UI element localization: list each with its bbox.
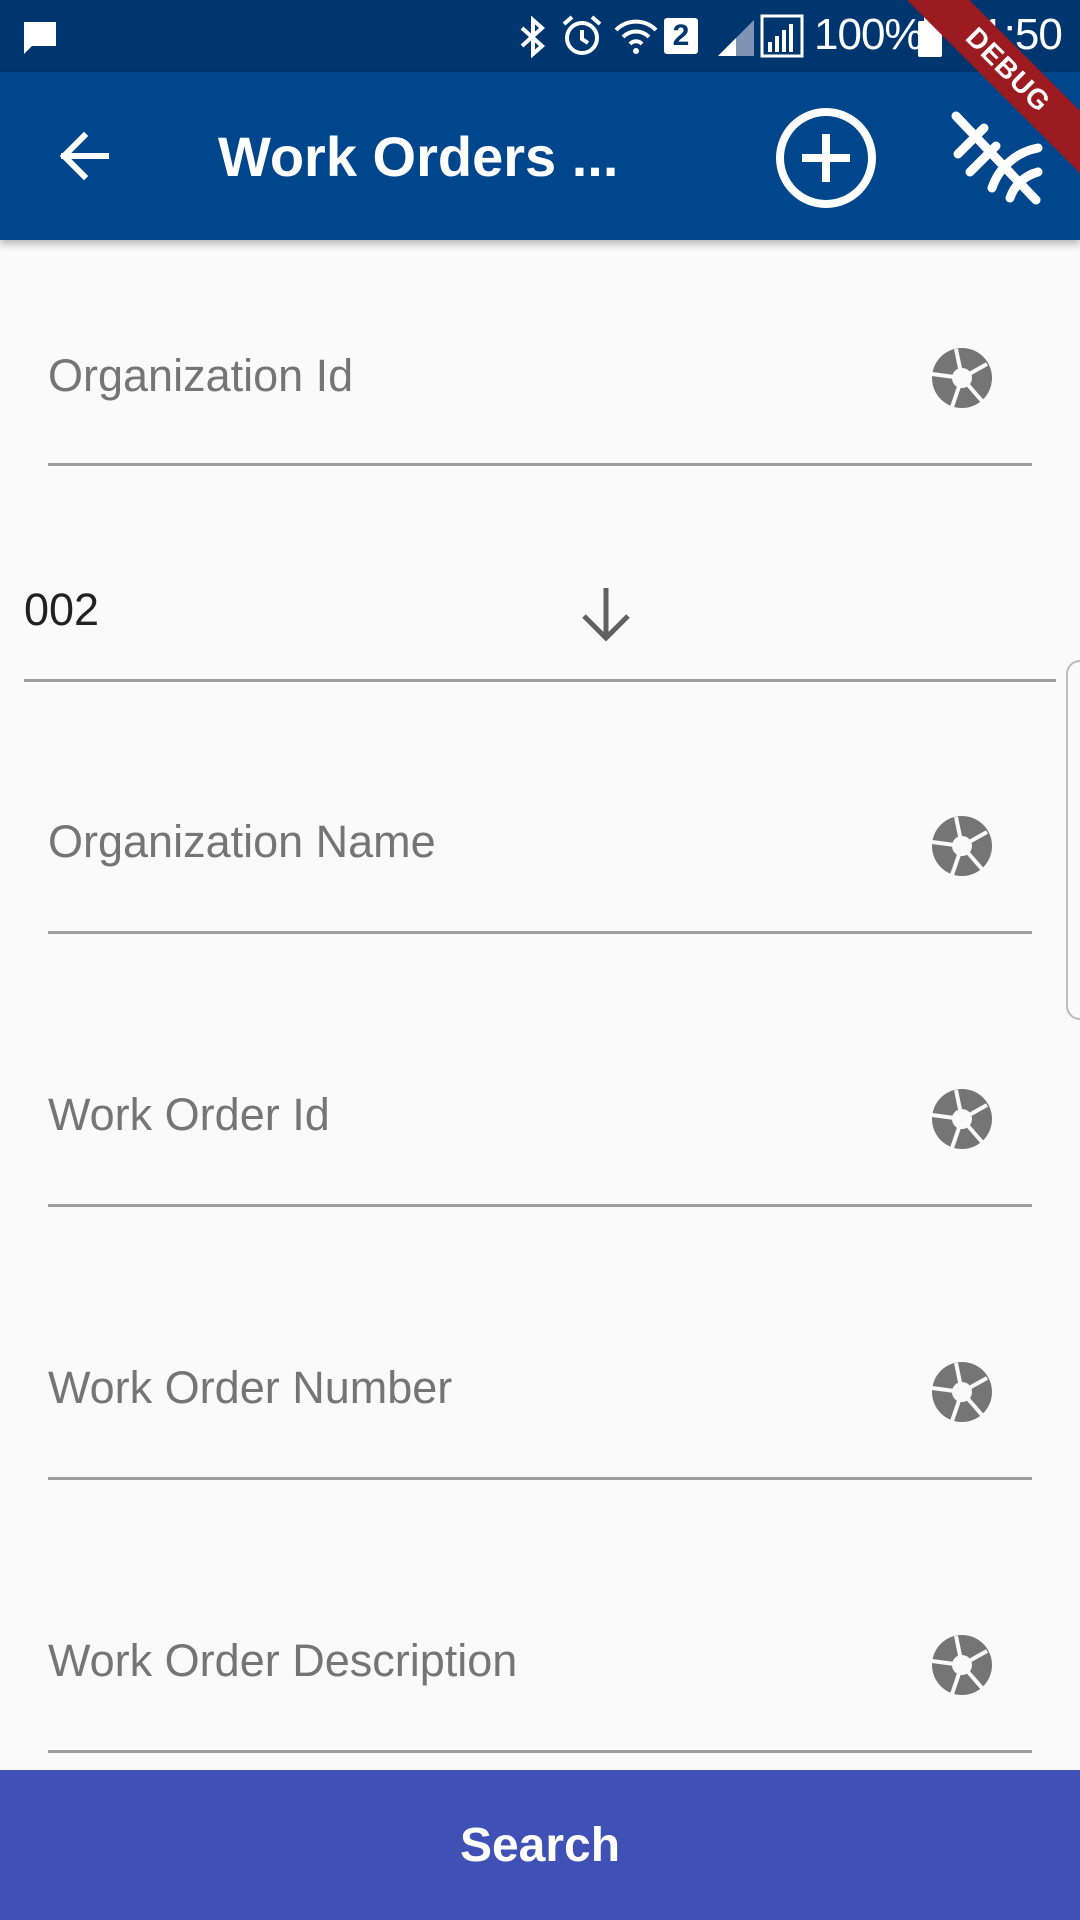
field-underline xyxy=(48,463,1032,466)
dropdown-selected-value: 002 xyxy=(24,584,100,635)
arrow-down-icon xyxy=(582,588,630,642)
camera-shutter-icon[interactable] xyxy=(930,346,994,410)
back-button[interactable] xyxy=(44,116,124,196)
cancel-filter-icon[interactable] xyxy=(944,106,1048,210)
organization-id-label: Organization Id xyxy=(48,350,354,401)
camera-shutter-icon[interactable] xyxy=(930,1360,994,1424)
signal-icon xyxy=(718,20,754,56)
camera-shutter-icon[interactable] xyxy=(930,1633,994,1697)
app-bar: Work Orders ... xyxy=(0,72,1080,240)
alarm-icon xyxy=(562,15,602,55)
sim-icon: 2 xyxy=(664,18,698,54)
page-title: Work Orders ... xyxy=(218,125,619,188)
work-order-description-label: Work Order Description xyxy=(48,1635,518,1686)
arrow-back-icon xyxy=(59,131,109,181)
signal-roaming-icon xyxy=(760,14,804,58)
work-order-description-field[interactable]: Work Order Description xyxy=(48,1589,1032,1759)
search-button[interactable]: Search xyxy=(0,1770,1080,1920)
work-order-id-label: Work Order Id xyxy=(48,1089,330,1140)
organization-id-field[interactable]: Organization Id xyxy=(48,300,1032,470)
work-order-number-label: Work Order Number xyxy=(48,1362,453,1413)
organization-dropdown[interactable]: 002 xyxy=(24,560,1056,684)
field-underline xyxy=(48,931,1032,934)
clock: 11:50 xyxy=(960,10,1063,59)
work-order-number-field[interactable]: Work Order Number xyxy=(48,1316,1032,1486)
battery-icon xyxy=(918,16,942,57)
message-icon xyxy=(24,22,56,54)
add-circle-icon[interactable] xyxy=(774,106,878,210)
organization-name-label: Organization Name xyxy=(48,816,436,867)
camera-shutter-icon[interactable] xyxy=(930,814,994,878)
wifi-icon xyxy=(614,19,658,54)
field-underline xyxy=(48,1750,1032,1753)
bluetooth-icon xyxy=(520,16,545,58)
work-order-id-field[interactable]: Work Order Id xyxy=(48,1043,1032,1213)
field-underline xyxy=(48,1204,1032,1207)
status-bar: 2 100% 11:50 xyxy=(0,0,1080,72)
organization-name-field[interactable]: Organization Name xyxy=(48,770,1032,940)
field-underline xyxy=(48,1477,1032,1480)
camera-shutter-icon[interactable] xyxy=(930,1087,994,1151)
battery-percent: 100% xyxy=(814,10,924,59)
dropdown-underline xyxy=(24,679,1056,682)
scroll-handle[interactable] xyxy=(1066,660,1080,1020)
